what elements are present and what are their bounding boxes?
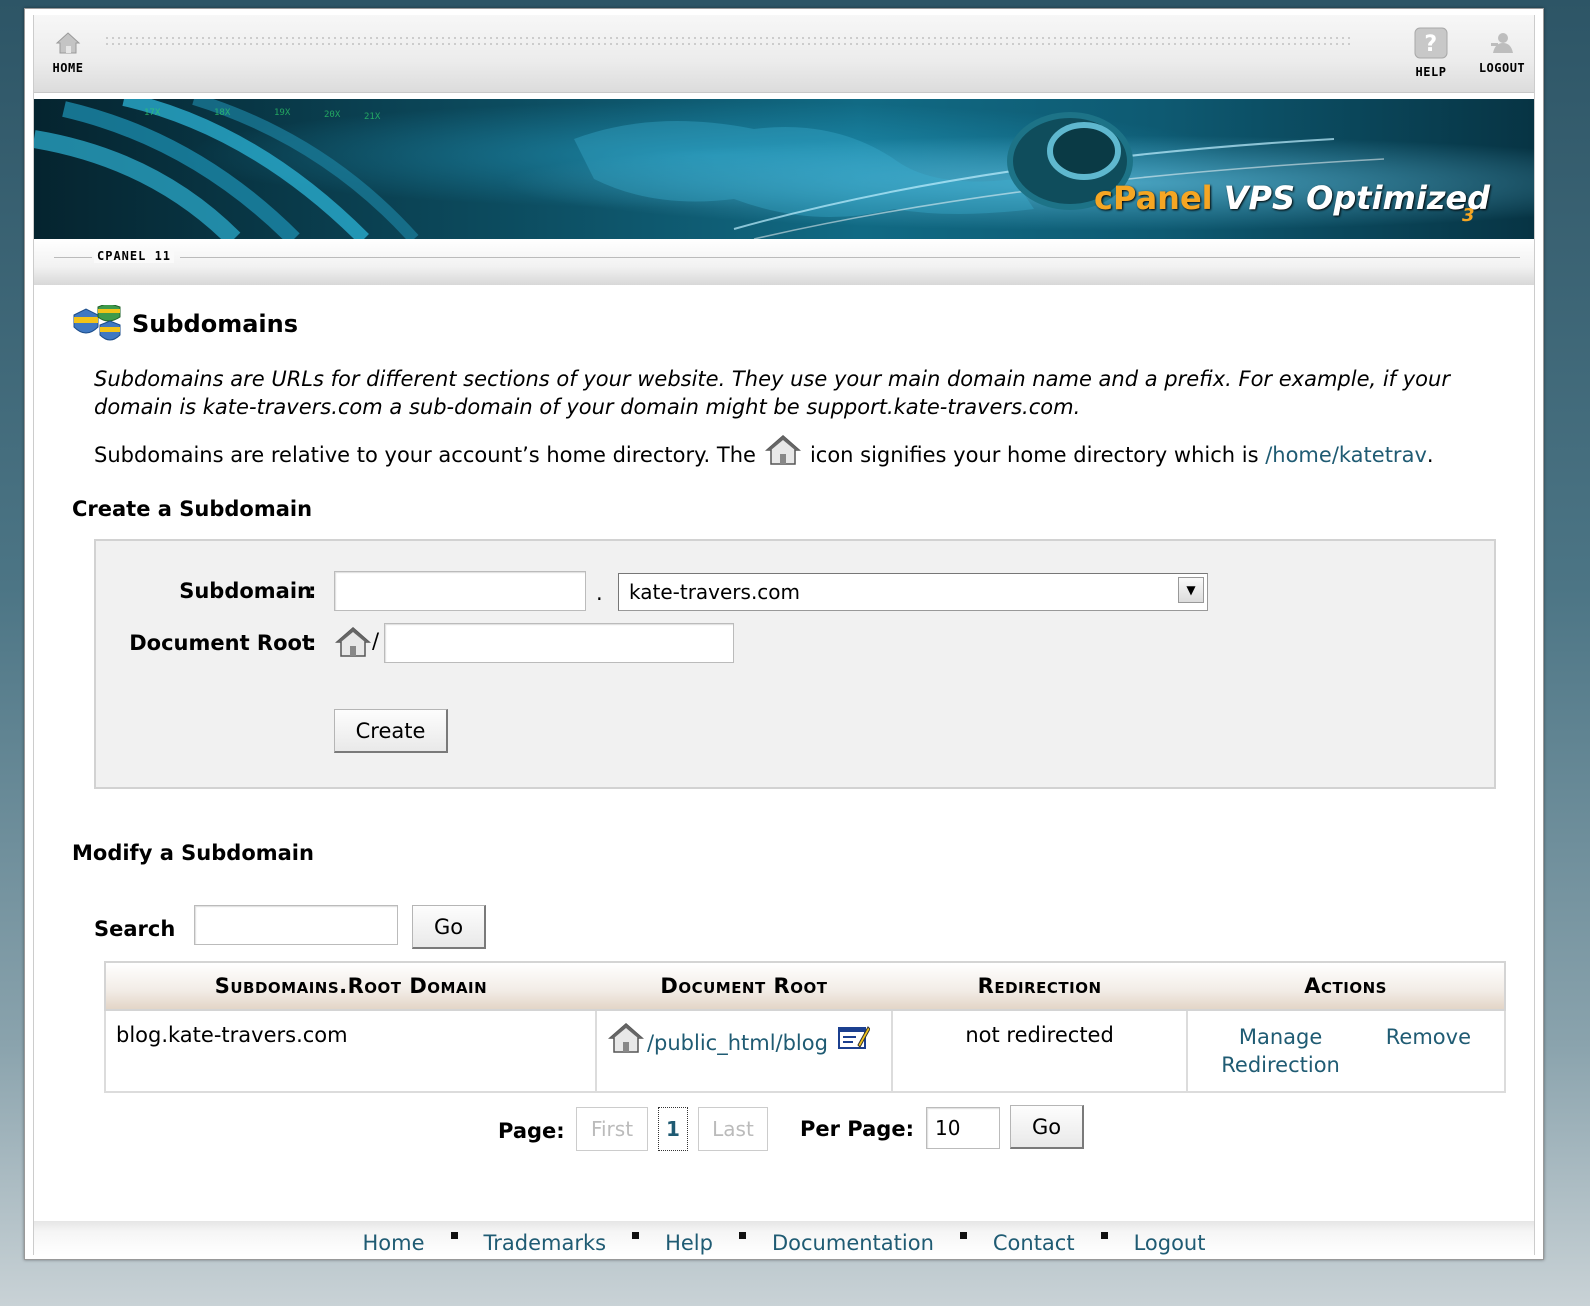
redirection-cell: not redirected	[890, 1009, 1189, 1093]
pager-current-page[interactable]: 1	[658, 1107, 688, 1151]
nav-logout-label: LOGOUT	[1478, 61, 1526, 75]
home-directory-note: Subdomains are relative to your account’…	[94, 433, 1434, 477]
column-header-actions: Actions	[1187, 962, 1505, 1011]
home-note-text-before: Subdomains are relative to your account’…	[94, 443, 756, 467]
table-row: blog.kate-travers.com /public_html/blog	[104, 1009, 1506, 1093]
subdomain-colon: :	[308, 579, 317, 603]
footer-links: Home Trademarks Help Documentation Conta…	[34, 1221, 1534, 1255]
svg-text:20X: 20X	[324, 110, 341, 120]
home-note-text-after: icon signifies your home directory which…	[809, 443, 1259, 467]
pager-first-button[interactable]: First	[576, 1107, 648, 1151]
actions-cell: Manage Redirection Remove	[1186, 1009, 1506, 1093]
page-label: Page:	[498, 1119, 565, 1143]
docroot-colon: :	[308, 631, 317, 655]
version-mark: 3	[1462, 205, 1475, 226]
page-title: Subdomains	[72, 305, 298, 343]
logout-user-icon	[1491, 33, 1513, 53]
svg-text:?: ?	[1424, 32, 1437, 57]
page-title-text: Subdomains	[132, 310, 299, 338]
create-subdomain-form: Subdomain : . kate-travers.com ▼ Documen…	[94, 539, 1496, 789]
per-page-label: Per Page:	[800, 1117, 914, 1141]
product-name: VPS Optimized	[1223, 179, 1491, 217]
svg-text:21X: 21X	[364, 112, 381, 122]
home-icon	[55, 32, 81, 54]
nav-home-button[interactable]: HOME	[42, 31, 94, 75]
version-strip: CPANEL 11	[34, 239, 1534, 285]
search-label: Search	[94, 917, 176, 941]
pager-last-button[interactable]: Last	[698, 1107, 768, 1151]
footer-link-contact[interactable]: Contact	[993, 1231, 1075, 1255]
home-directory-icon	[335, 627, 371, 657]
table-header-row: Subdomains.Root Domain Document Root Red…	[105, 962, 1505, 1011]
help-icon: ?	[1414, 27, 1448, 59]
subdomain-label-text: Subdomain	[179, 579, 312, 603]
brand-name: cPanel	[1094, 179, 1213, 217]
divider	[180, 257, 1520, 258]
search-go-button[interactable]: Go	[412, 905, 486, 949]
nav-help-button[interactable]: ? HELP	[1408, 27, 1454, 79]
create-button[interactable]: Create	[334, 709, 448, 753]
per-page-input[interactable]	[926, 1107, 1000, 1149]
domain-select[interactable]: kate-travers.com ▼	[618, 573, 1208, 611]
cpanel-page: HOME ? HELP LOGOUT 17X 18X 19X 20X 21X c…	[33, 15, 1535, 1255]
subdomains-icon	[73, 305, 121, 341]
nav-help-label: HELP	[1415, 65, 1447, 79]
subdomain-cell: blog.kate-travers.com	[104, 1009, 597, 1093]
home-note-end: .	[1426, 443, 1434, 467]
column-header-subdomain[interactable]: Subdomains.Root Domain	[105, 962, 596, 1011]
page-description: Subdomains are URLs for different sectio…	[94, 367, 1450, 419]
footer-separator	[959, 1232, 967, 1239]
footer-link-documentation[interactable]: Documentation	[772, 1231, 934, 1255]
footer-separator	[450, 1232, 458, 1239]
docroot-slash: /	[372, 629, 380, 653]
docroot-input[interactable]	[384, 623, 734, 663]
subdomain-label: Subdomain	[162, 579, 312, 603]
search-input[interactable]	[194, 905, 398, 945]
footer-link-trademarks[interactable]: Trademarks	[484, 1231, 607, 1255]
top-nav-bar: HOME ? HELP LOGOUT	[34, 15, 1534, 93]
footer-link-home[interactable]: Home	[363, 1231, 425, 1255]
subdomain-name: blog.kate-travers.com	[116, 1023, 348, 1047]
footer-separator	[632, 1232, 640, 1239]
footer-separator	[1100, 1232, 1108, 1239]
home-directory-icon	[764, 435, 801, 465]
domain-select-value: kate-travers.com	[629, 580, 801, 604]
dotted-decoration	[104, 35, 1354, 49]
edit-icon[interactable]	[837, 1023, 870, 1051]
cpanel-banner: 17X 18X 19X 20X 21X cPanel VPS Optimized 3	[34, 99, 1534, 239]
banner-logo-text: cPanel VPS Optimized	[1094, 179, 1490, 217]
create-subdomain-heading: Create a Subdomain	[72, 497, 313, 521]
svg-text:18X: 18X	[214, 108, 231, 118]
nav-home-label: HOME	[52, 61, 84, 75]
footer-separator	[738, 1232, 746, 1239]
docroot-cell: /public_html/blog	[594, 1009, 893, 1093]
manage-line-2: Redirection	[1221, 1053, 1340, 1077]
redirection-status: not redirected	[965, 1023, 1114, 1047]
svg-text:19X: 19X	[274, 108, 291, 118]
domain-dot: .	[596, 581, 603, 605]
svg-text:17X: 17X	[144, 108, 161, 118]
docroot-link[interactable]: /public_html/blog	[647, 1031, 828, 1055]
remove-link[interactable]: Remove	[1386, 1023, 1471, 1079]
column-header-document-root[interactable]: Document Root	[595, 962, 892, 1011]
subdomains-table: Subdomains.Root Domain Document Root Red…	[104, 961, 1506, 1093]
docroot-label-text: Document Root	[129, 631, 312, 655]
docroot-label: Document Root	[96, 631, 312, 655]
modify-subdomain-heading: Modify a Subdomain	[72, 841, 314, 865]
manage-line-1: Manage	[1238, 1025, 1323, 1049]
chevron-down-icon[interactable]: ▼	[1178, 577, 1204, 603]
network-cables-graphic: 17X 18X 19X 20X 21X	[34, 99, 1385, 239]
home-directory-icon	[607, 1023, 644, 1053]
nav-logout-button[interactable]: LOGOUT	[1470, 31, 1534, 75]
subdomain-input[interactable]	[334, 571, 586, 611]
home-directory-link[interactable]: /home/katetrav	[1265, 441, 1427, 469]
footer-link-logout[interactable]: Logout	[1134, 1231, 1206, 1255]
divider	[54, 257, 92, 258]
browser-window: HOME ? HELP LOGOUT 17X 18X 19X 20X 21X c…	[24, 8, 1544, 1260]
footer-link-help[interactable]: Help	[665, 1231, 713, 1255]
version-label: CPANEL 11	[94, 249, 175, 263]
per-page-go-button[interactable]: Go	[1010, 1105, 1084, 1149]
manage-redirection-link[interactable]: Manage Redirection	[1221, 1023, 1340, 1079]
column-header-redirection[interactable]: Redirection	[891, 962, 1188, 1011]
